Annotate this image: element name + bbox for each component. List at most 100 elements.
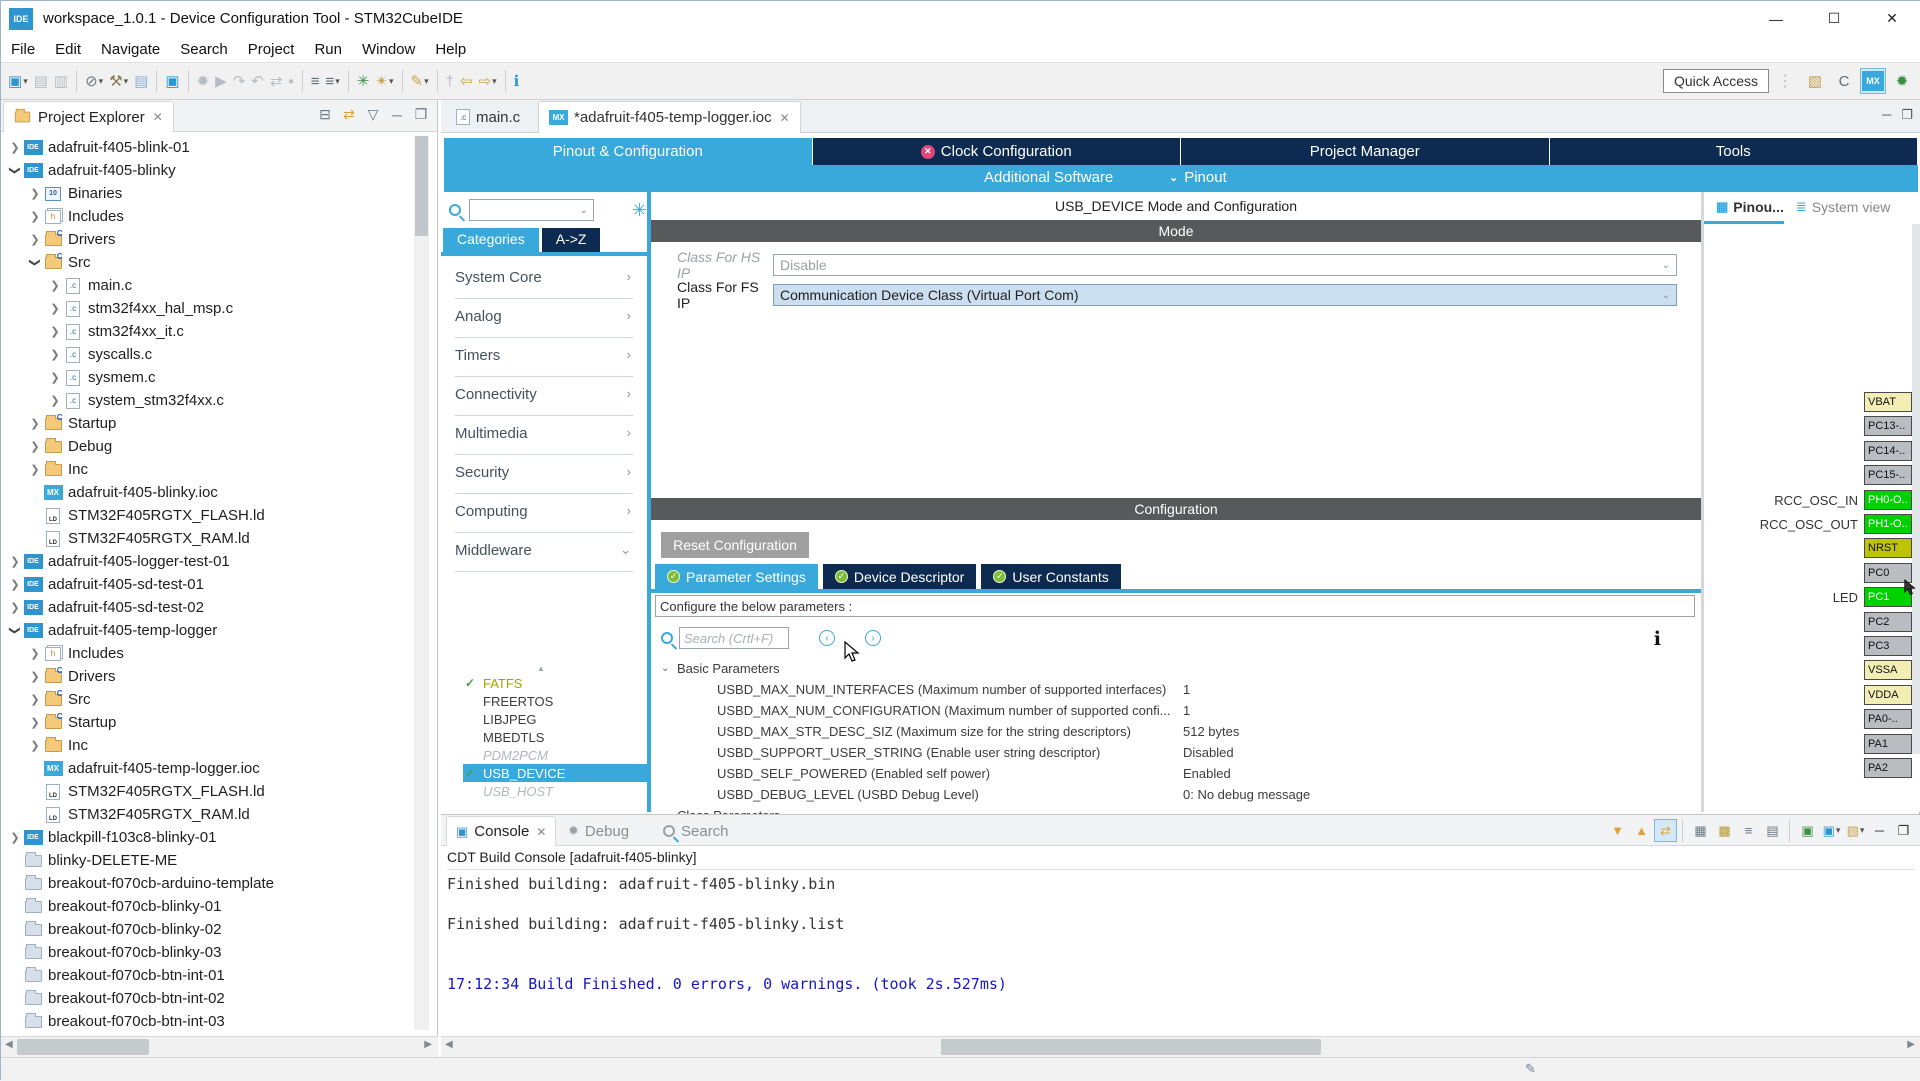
- tree-item[interactable]: ❯IDEadafruit-f405-blink-01: [1, 136, 413, 159]
- collapse-arrow-icon[interactable]: ❯: [9, 163, 22, 179]
- tree-item[interactable]: ❯Inc: [1, 458, 413, 481]
- tree-item[interactable]: ❯IDEadafruit-f405-sd-test-02: [1, 596, 413, 619]
- peripheral-search-combo[interactable]: ⌄: [469, 199, 594, 221]
- open-console-icon[interactable]: ▧▾: [1844, 819, 1867, 842]
- save-all-icon[interactable]: ▥: [51, 68, 71, 94]
- tree-item[interactable]: ❯Src: [1, 688, 413, 711]
- tab-system-view[interactable]: ≣System view: [1796, 199, 1890, 215]
- pinout-menu[interactable]: ⌄ Pinout: [1169, 169, 1227, 186]
- tree-item[interactable]: MXadafruit-f405-temp-logger.ioc: [1, 757, 413, 780]
- expand-arrow-icon[interactable]: ❯: [27, 233, 43, 246]
- pin-pa1[interactable]: PA1: [1864, 734, 1912, 754]
- tree-item[interactable]: ❯hIncludes: [1, 205, 413, 228]
- menu-project[interactable]: Project: [238, 38, 305, 61]
- skip-breakpoints-icon[interactable]: ⊘▾: [82, 68, 106, 94]
- editor-tab-main-c[interactable]: .cmain.c: [446, 101, 530, 133]
- new-file-icon[interactable]: ▤: [131, 68, 151, 94]
- pin-pc14[interactable]: PC14-..: [1864, 441, 1912, 461]
- tab-project-explorer[interactable]: Project Explorer ✕: [3, 101, 174, 132]
- additional-software-menu[interactable]: Additional Software: [984, 169, 1113, 186]
- close-icon[interactable]: ✕: [780, 111, 790, 125]
- pinout-vertical-scrollbar[interactable]: [1912, 224, 1920, 754]
- collapse-all-icon[interactable]: ⊟: [313, 106, 337, 123]
- expand-arrow-icon[interactable]: ❯: [27, 670, 43, 683]
- category-timers[interactable]: Timers›: [455, 338, 633, 377]
- tree-item[interactable]: breakout-f070cb-blinky-01: [1, 895, 413, 918]
- expand-arrow-icon[interactable]: ❯: [47, 302, 63, 315]
- collapse-arrow-icon[interactable]: ⌄: [661, 663, 677, 674]
- tree-item[interactable]: ❯.csysmem.c: [1, 366, 413, 389]
- expand-arrow-icon[interactable]: ❯: [27, 647, 43, 660]
- clear-console-icon[interactable]: ▤: [1761, 819, 1784, 842]
- class-for-hs-ip-dropdown[interactable]: Disable⌄: [773, 254, 1677, 276]
- maximize-button[interactable]: ☐: [1805, 1, 1863, 36]
- tree-item[interactable]: LDSTM32F405RGTX_RAM.ld: [1, 803, 413, 826]
- expand-arrow-icon[interactable]: ❯: [7, 601, 23, 614]
- tab-pinout-configuration[interactable]: Pinout & Configuration: [444, 138, 813, 165]
- expand-arrow-icon[interactable]: ❯: [47, 279, 63, 292]
- parameter-row[interactable]: USBD_MAX_NUM_CONFIGURATION (Maximum numb…: [661, 700, 1701, 721]
- pin-pc15[interactable]: PC15-..: [1864, 465, 1912, 485]
- tab-pinout-view[interactable]: ▦Pinou...: [1716, 199, 1784, 215]
- tree-item[interactable]: breakout-f070cb-btn-int-03: [1, 1010, 413, 1030]
- expand-arrow-icon[interactable]: ❯: [47, 371, 63, 384]
- pin-ph0o[interactable]: PH0-O..: [1864, 490, 1912, 510]
- pin-ph1o[interactable]: PH1-O..: [1864, 514, 1912, 534]
- parameter-row[interactable]: USBD_SUPPORT_USER_STRING (Enable user st…: [661, 742, 1701, 763]
- middleware-freertos[interactable]: FREERTOS: [463, 692, 647, 710]
- mx-perspective-icon[interactable]: MX: [1860, 68, 1886, 94]
- tab-categories[interactable]: Categories: [443, 228, 539, 252]
- tab-parameter-settings[interactable]: ✓Parameter Settings: [655, 564, 818, 589]
- trace-icon[interactable]: ✳: [354, 68, 373, 94]
- pin-pc2[interactable]: PC2: [1864, 612, 1912, 632]
- tab-tools[interactable]: Tools: [1550, 138, 1919, 165]
- scroll-lock-icon[interactable]: ▩: [1713, 819, 1736, 842]
- tree-item[interactable]: LDSTM32F405RGTX_RAM.ld: [1, 527, 413, 550]
- cpp-perspective-icon[interactable]: C: [1831, 68, 1857, 94]
- tree-item[interactable]: ❯Src: [1, 251, 413, 274]
- tree-item[interactable]: ❯.cstm32f4xx_hal_msp.c: [1, 297, 413, 320]
- minimize-view-icon[interactable]: ─: [385, 107, 409, 123]
- tree-item[interactable]: ❯.cmain.c: [1, 274, 413, 297]
- parameter-row[interactable]: USBD_MAX_NUM_INTERFACES (Maximum number …: [661, 679, 1701, 700]
- tree-item[interactable]: ❯Startup: [1, 711, 413, 734]
- tree-item[interactable]: breakout-f070cb-btn-int-01: [1, 964, 413, 987]
- debug-icon[interactable]: ✹: [194, 68, 213, 94]
- expand-arrow-icon[interactable]: ❯: [27, 739, 43, 752]
- scroll-right-icon[interactable]: ▶: [424, 1039, 432, 1050]
- tab-debug[interactable]: ✹Debug: [559, 816, 638, 846]
- pin-vssa[interactable]: VSSA: [1864, 660, 1912, 680]
- expand-arrow-icon[interactable]: ❯: [7, 831, 23, 844]
- display-console-icon[interactable]: ▣▾: [1820, 819, 1843, 842]
- step-over-icon[interactable]: ↷: [230, 68, 249, 94]
- tab-clock-configuration[interactable]: ✕Clock Configuration: [813, 138, 1182, 165]
- explorer-horizontal-scrollbar[interactable]: ◀ ▶: [1, 1036, 438, 1057]
- quick-access-button[interactable]: Quick Access: [1663, 69, 1769, 93]
- category-middleware[interactable]: Middleware⌄: [455, 533, 633, 572]
- tab-project-manager[interactable]: Project Manager: [1181, 138, 1550, 165]
- new-wizard-icon[interactable]: ▣▾: [5, 68, 31, 94]
- tree-vertical-scrollbar[interactable]: [414, 136, 429, 1030]
- tab-search[interactable]: Search: [654, 816, 738, 846]
- annotation-icon[interactable]: †: [443, 68, 457, 94]
- tree-item[interactable]: breakout-f070cb-arduino-template: [1, 872, 413, 895]
- debug-perspective-icon[interactable]: ✹: [1889, 68, 1915, 94]
- maximize-view-icon[interactable]: ❐: [409, 106, 433, 123]
- pinout-canvas[interactable]: VBATPC13-..PC14-..PC15-..PH0-O..RCC_OSC_…: [1704, 224, 1920, 784]
- tree-item[interactable]: ❯IDEblackpill-f103c8-blinky-01: [1, 826, 413, 849]
- info-toolbar-icon[interactable]: ℹ: [511, 68, 523, 94]
- pin-pa2[interactable]: PA2: [1864, 758, 1912, 778]
- maximize-editor-icon[interactable]: ❐: [1901, 107, 1913, 123]
- scroll-down-icon[interactable]: ▼: [1606, 819, 1629, 842]
- tree-item[interactable]: ❯IDEadafruit-f405-logger-test-01: [1, 550, 413, 573]
- tree-item[interactable]: ❯Inc: [1, 734, 413, 757]
- editor-tab-ioc[interactable]: MX*adafruit-f405-temp-logger.ioc✕: [538, 101, 801, 133]
- close-icon[interactable]: ✕: [536, 825, 546, 839]
- scroll-left-icon[interactable]: ◀: [445, 1039, 453, 1050]
- element-icon[interactable]: ✴▾: [372, 68, 396, 94]
- tree-item[interactable]: breakout-f070cb-btn-int-02: [1, 987, 413, 1010]
- link-editor-icon[interactable]: ⇄: [337, 106, 361, 123]
- expand-arrow-icon[interactable]: ❯: [27, 417, 43, 430]
- expand-arrow-icon[interactable]: ❯: [47, 325, 63, 338]
- pin-pa0[interactable]: PA0-..: [1864, 709, 1912, 729]
